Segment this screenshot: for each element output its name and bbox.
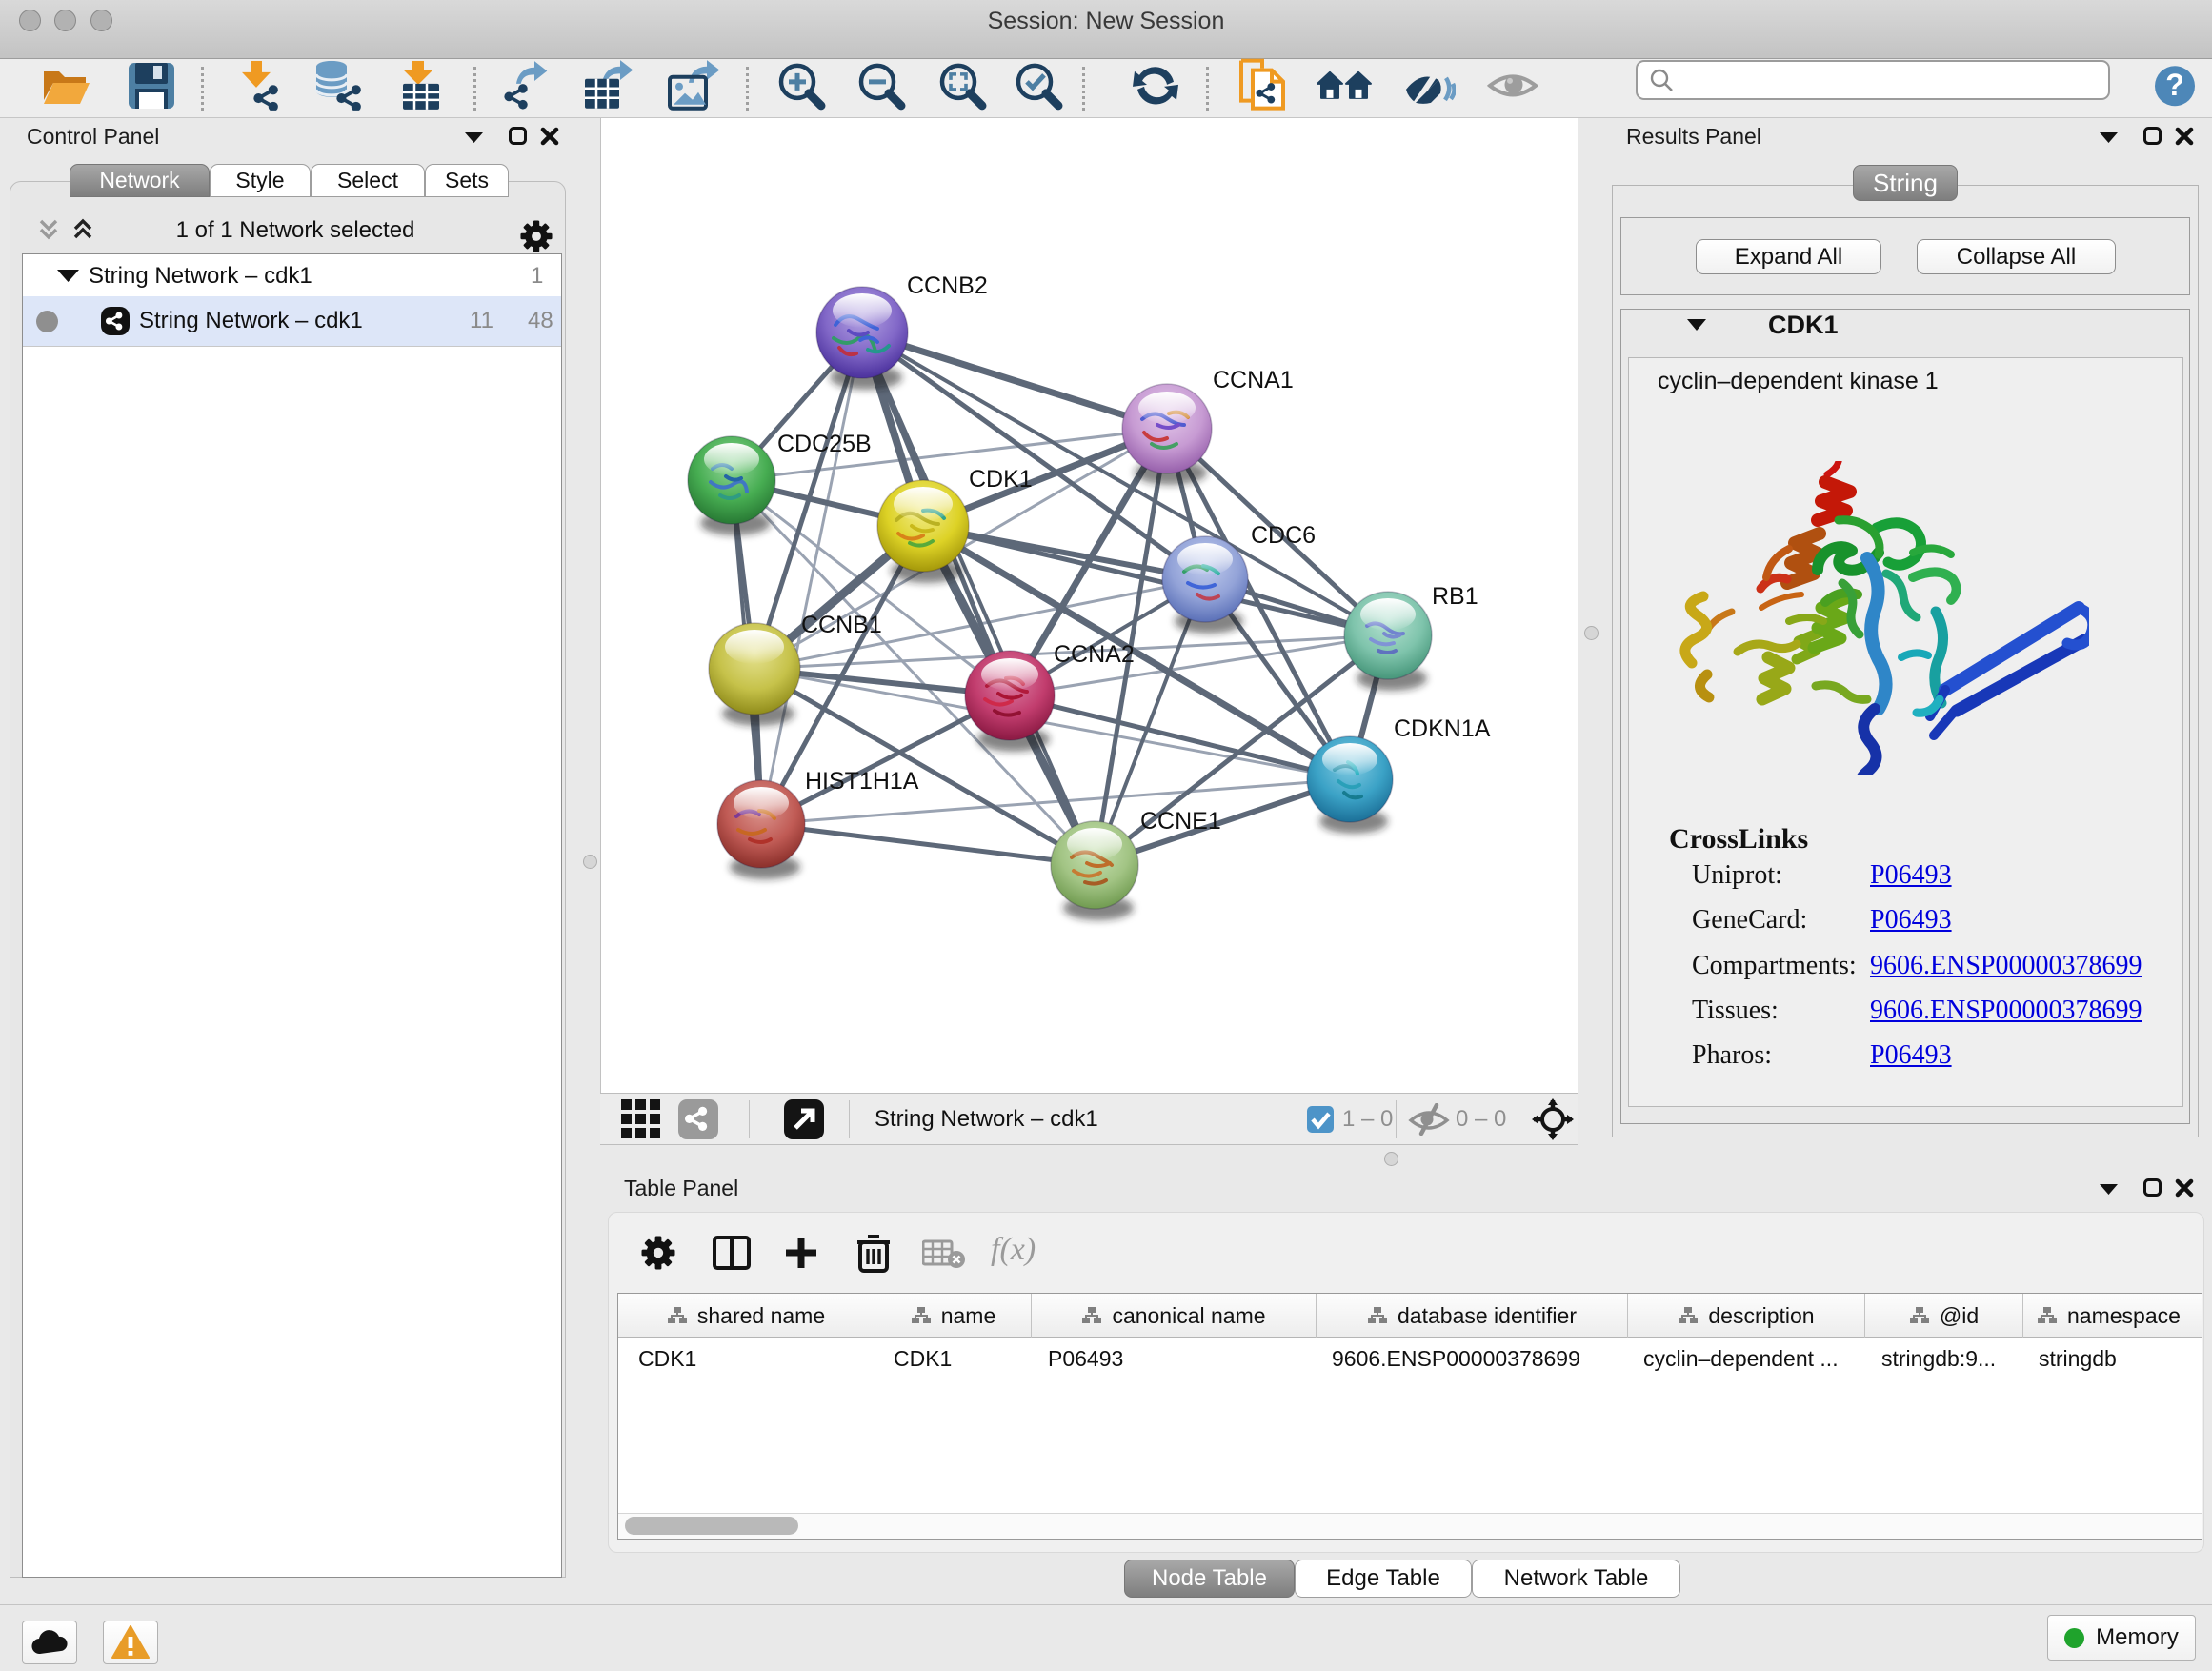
svg-text:?: ? — [2165, 68, 2184, 102]
svg-text:CDC25B: CDC25B — [777, 431, 872, 457]
svg-text:CCNB1: CCNB1 — [801, 612, 882, 638]
svg-text:CDKN1A: CDKN1A — [1394, 715, 1491, 742]
svg-text:CDK1: CDK1 — [969, 466, 1033, 493]
svg-text:CCNB2: CCNB2 — [907, 272, 988, 299]
svg-text:CCNA2: CCNA2 — [1054, 641, 1135, 668]
svg-text:CDC6: CDC6 — [1251, 522, 1316, 549]
svg-text:CCNA1: CCNA1 — [1213, 367, 1294, 393]
svg-text:HIST1H1A: HIST1H1A — [805, 768, 919, 795]
svg-text:RB1: RB1 — [1432, 583, 1478, 610]
svg-text:CCNE1: CCNE1 — [1140, 808, 1221, 835]
